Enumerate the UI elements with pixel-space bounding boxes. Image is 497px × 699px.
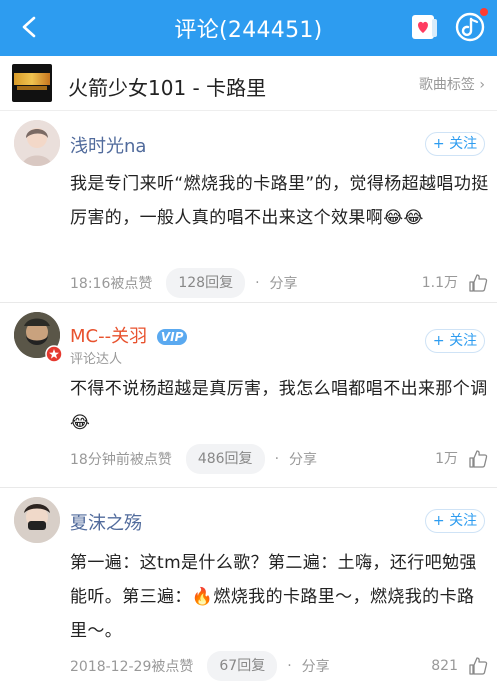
avatar-image	[14, 497, 60, 543]
thumbs-up-icon[interactable]	[468, 656, 488, 676]
talent-star-icon	[45, 345, 63, 363]
comment-time: 2018-12-29被点赞	[70, 659, 194, 675]
song-row[interactable]: 火箭少女101 - 卡路里 歌曲标签 ›	[0, 56, 497, 111]
comments-page: 评论(244451) 火箭少女101 - 卡路里 歌曲标签 › 浅时光na + …	[0, 0, 497, 699]
comment-item: 浅时光na + 关注 我是专门来听“燃烧我的卡路里”的，觉得杨超越唱功挺厉害的，…	[0, 111, 497, 303]
notification-dot	[480, 8, 488, 16]
comment-username[interactable]: MC--关羽 VIP	[70, 322, 188, 348]
separator-dot: ·	[274, 451, 280, 467]
music-note-icon	[455, 12, 485, 42]
share-button[interactable]: 分享	[289, 449, 317, 469]
favorite-button[interactable]	[408, 12, 442, 42]
username-text: MC--关羽	[70, 326, 148, 347]
like-count: 821	[431, 658, 458, 674]
heart-card-icon	[412, 15, 437, 39]
reply-button[interactable]: 67回复	[207, 651, 278, 681]
top-bar: 评论(244451)	[0, 0, 497, 56]
follow-button[interactable]: + 关注	[425, 329, 485, 353]
comment-text: 第一遍：这tm是什么歌？第二遍：土嗨，还行吧勉强能听。第三遍：🔥燃烧我的卡路里～…	[70, 553, 477, 641]
user-title: 评论达人	[70, 352, 123, 367]
avatar-image	[14, 120, 60, 166]
separator-dot: ·	[287, 658, 292, 674]
comment-time: 18分钟前被点赞	[70, 452, 172, 468]
comment-meta: 18分钟前被点赞 486回复 · 分享 1万	[70, 444, 488, 474]
avatar[interactable]	[14, 497, 60, 543]
avatar[interactable]	[14, 120, 60, 166]
comment-meta: 2018-12-29被点赞 67回复 · 分享 821	[70, 651, 488, 681]
comment-meta: 18:16被点赞 128回复 · 分享 1.1万	[70, 268, 488, 298]
comment-username[interactable]: 浅时光na	[70, 132, 146, 158]
share-button[interactable]: 分享	[270, 273, 298, 293]
thumbs-up-icon[interactable]	[468, 273, 488, 293]
follow-button[interactable]: + 关注	[425, 132, 485, 156]
comment-text: 不得不说杨超越是真厉害，我怎么唱都唱不出来那个调😂	[70, 379, 488, 433]
album-cover	[12, 64, 52, 102]
comment-item: MC--关羽 VIP 评论达人 + 关注 不得不说杨超越是真厉害，我怎么唱都唱不出…	[0, 303, 497, 488]
song-tags-link[interactable]: 歌曲标签 ›	[419, 74, 485, 94]
reply-button[interactable]: 486回复	[185, 444, 265, 474]
comment-item: 夏沫之殇 + 关注 第一遍：这tm是什么歌？第二遍：土嗨，还行吧勉强能听。第三遍…	[0, 488, 497, 699]
thumbs-up-icon[interactable]	[468, 449, 488, 469]
song-title: 火箭少女101 - 卡路里	[68, 76, 267, 100]
like-count: 1.1万	[421, 275, 458, 291]
reply-button[interactable]: 128回复	[166, 268, 246, 298]
comment-list: 浅时光na + 关注 我是专门来听“燃烧我的卡路里”的，觉得杨超越唱功挺厉害的，…	[0, 111, 497, 699]
comment-time: 18:16被点赞	[70, 276, 153, 292]
now-playing-button[interactable]	[452, 8, 488, 44]
separator-dot: ·	[255, 275, 260, 291]
vip-badge: VIP	[157, 329, 188, 345]
like-count: 1万	[435, 451, 458, 467]
comment-username[interactable]: 夏沫之殇	[70, 509, 142, 535]
follow-button[interactable]: + 关注	[425, 509, 485, 533]
comment-text: 我是专门来听“燃烧我的卡路里”的，觉得杨超越唱功挺厉害的，一般人真的唱不出来这个…	[70, 174, 489, 228]
share-button[interactable]: 分享	[302, 656, 330, 676]
